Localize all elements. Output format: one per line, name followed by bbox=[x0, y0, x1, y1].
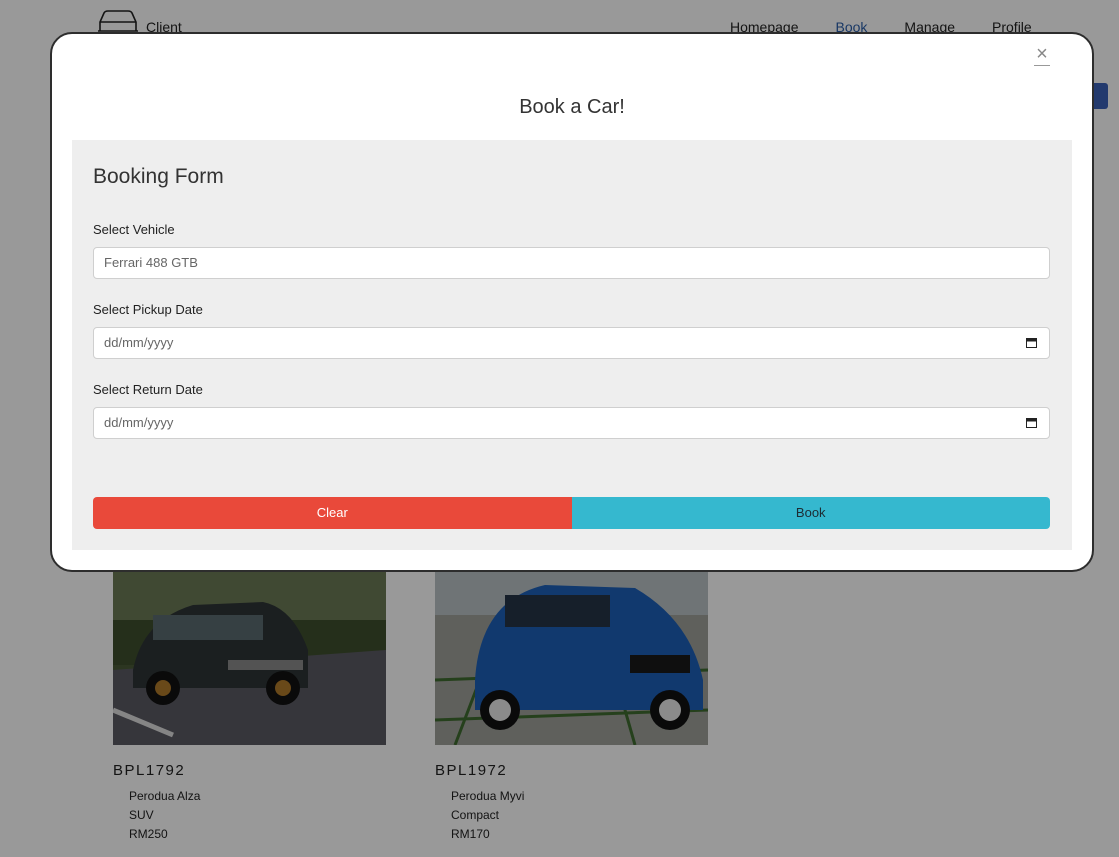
vehicle-label: Select Vehicle bbox=[93, 222, 175, 237]
return-date-input[interactable]: dd/mm/yyyy bbox=[93, 407, 1050, 439]
book-button[interactable]: Book bbox=[571, 497, 1050, 529]
clear-button[interactable]: Clear bbox=[93, 497, 572, 529]
booking-modal: × Book a Car! Booking Form Select Vehicl… bbox=[50, 32, 1094, 572]
vehicle-value: Ferrari 488 GTB bbox=[104, 255, 198, 270]
return-date-placeholder: dd/mm/yyyy bbox=[104, 415, 174, 430]
booking-form: Booking Form Select Vehicle Ferrari 488 … bbox=[72, 140, 1072, 550]
pickup-date-placeholder: dd/mm/yyyy bbox=[104, 335, 174, 350]
pickup-date-input[interactable]: dd/mm/yyyy bbox=[93, 327, 1050, 359]
calendar-icon[interactable] bbox=[1026, 337, 1037, 348]
form-heading: Booking Form bbox=[93, 165, 224, 188]
form-actions: Clear Book bbox=[93, 497, 1050, 529]
return-date-label: Select Return Date bbox=[93, 382, 203, 397]
close-icon[interactable]: × bbox=[1034, 44, 1050, 66]
modal-title: Book a Car! bbox=[519, 96, 625, 118]
calendar-icon[interactable] bbox=[1026, 417, 1037, 428]
vehicle-field[interactable]: Ferrari 488 GTB bbox=[93, 247, 1050, 279]
pickup-date-label: Select Pickup Date bbox=[93, 302, 203, 317]
